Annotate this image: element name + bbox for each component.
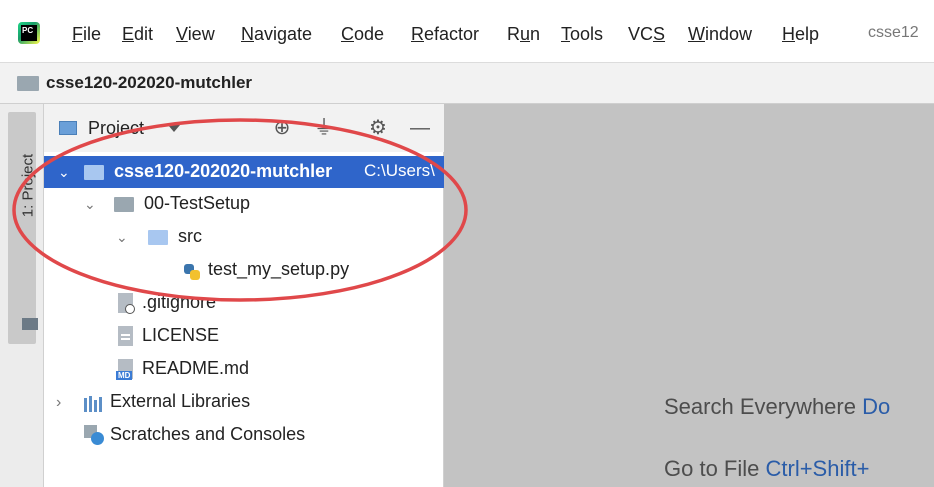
library-bar [99, 397, 102, 412]
editor-empty-area: Search Everywhere Do Go to File Ctrl+Shi… [444, 104, 934, 487]
locate-file-icon[interactable]: ⊕ [270, 116, 294, 140]
tree-label-testsetup: 00-TestSetup [144, 193, 251, 213]
library-icon [84, 396, 106, 412]
tree-label-scratches: Scratches and Consoles [110, 424, 306, 444]
folder-icon [114, 197, 134, 212]
tree-row-scratches[interactable]: Scratches and Consoles [44, 419, 444, 451]
hint-search-shortcut: Do [862, 394, 891, 419]
project-tool-label-wrap: 1: Project [18, 132, 42, 312]
collapse-all-icon[interactable]: ⏚ [312, 116, 336, 140]
library-bar [84, 398, 87, 412]
document-lines [121, 334, 130, 336]
menu-help[interactable]: Help [782, 23, 819, 45]
menu-view[interactable]: View [176, 23, 215, 45]
tree-label-src: src [178, 226, 202, 246]
project-panel: Project ⊕ ⏚ ⚙ — ⌄ csse120-202020-mutchle… [44, 104, 444, 487]
tree-row-root[interactable]: ⌄ csse120-202020-mutchler C:\Users\ [44, 156, 444, 188]
tree-label-readme: README.md [142, 358, 250, 378]
scratches-icon [84, 425, 106, 447]
python-yellow-shape [190, 270, 200, 280]
menu-edit[interactable]: Edit [122, 23, 153, 45]
minimize-icon[interactable]: — [408, 116, 432, 140]
hint-go-to-file: Go to File Ctrl+Shift+ [664, 456, 869, 482]
tree-label-external-libraries: External Libraries [110, 391, 251, 411]
chevron-right-icon[interactable]: › [56, 394, 61, 412]
menu-navigate[interactable]: Navigate [241, 23, 312, 45]
text-file-icon [118, 326, 135, 347]
scratch-clock [91, 432, 104, 445]
folder-icon [84, 165, 104, 180]
tree-label-gitignore: .gitignore [142, 292, 217, 312]
ignore-file-icon [118, 293, 135, 314]
markdown-file-icon: MD [116, 359, 135, 380]
hint-goto-text: Go to File [664, 456, 760, 481]
navigation-bar: csse120-202020-mutchler [0, 62, 934, 104]
tree-row-license[interactable]: LICENSE [44, 320, 444, 352]
hint-search-text: Search Everywhere [664, 394, 856, 419]
document-shape [118, 326, 133, 346]
menu-refactor[interactable]: Refactor [411, 23, 479, 45]
project-tool-label: 1: Project [19, 153, 37, 218]
window-title-project: csse12 [868, 24, 919, 41]
breadcrumb-project[interactable]: csse120-202020-mutchler [46, 73, 252, 93]
project-view-title[interactable]: Project [88, 118, 144, 139]
menu-run[interactable]: Run [507, 23, 540, 45]
source-folder-icon [148, 230, 168, 245]
library-bar [89, 396, 92, 412]
python-file-icon [184, 260, 201, 281]
folder-icon [17, 76, 39, 91]
ignore-badge [125, 304, 135, 314]
tree-label-license: LICENSE [142, 325, 220, 345]
chevron-down-icon[interactable]: ⌄ [58, 164, 70, 181]
tree-row-readme[interactable]: MD README.md [44, 353, 444, 385]
menu-window[interactable]: Window [688, 23, 752, 45]
menu-code[interactable]: Code [341, 23, 384, 45]
tree-label-root: csse120-202020-mutchler [114, 161, 333, 181]
tree-row-src[interactable]: ⌄ src [44, 221, 444, 253]
tree-row-test-file[interactable]: test_my_setup.py [44, 254, 444, 286]
folder-icon [22, 318, 38, 330]
logo-inner: PC [21, 25, 37, 41]
menu-bar: PC File Edit View Navigate Code Refactor… [0, 0, 934, 62]
library-bar [94, 400, 97, 412]
tree-label-test-file: test_my_setup.py [208, 259, 350, 279]
menu-file[interactable]: File [72, 23, 101, 45]
project-tool-tab[interactable]: 1: Project [8, 112, 38, 344]
gear-icon[interactable]: ⚙ [366, 116, 390, 140]
tree-row-gitignore[interactable]: .gitignore [44, 287, 444, 319]
tree-row-external-libraries[interactable]: › External Libraries [44, 386, 444, 418]
hint-goto-shortcut: Ctrl+Shift+ [765, 456, 870, 481]
chevron-down-icon[interactable]: ⌄ [84, 196, 96, 213]
menu-vcs[interactable]: VCS [628, 23, 665, 45]
tree-row-testsetup[interactable]: ⌄ 00-TestSetup [44, 188, 444, 220]
hint-search-everywhere: Search Everywhere Do [664, 394, 890, 420]
tool-window-stripe: 1: Project [0, 104, 44, 487]
project-view-icon [59, 121, 77, 135]
tree-root-path: C:\Users\ [364, 161, 435, 180]
pycharm-logo-icon: PC [18, 22, 40, 44]
md-badge: MD [116, 371, 133, 380]
menu-tools[interactable]: Tools [561, 23, 603, 45]
project-panel-header: Project ⊕ ⏚ ⚙ — [44, 104, 444, 152]
chevron-down-icon[interactable] [168, 125, 180, 132]
chevron-down-icon[interactable]: ⌄ [116, 229, 128, 246]
